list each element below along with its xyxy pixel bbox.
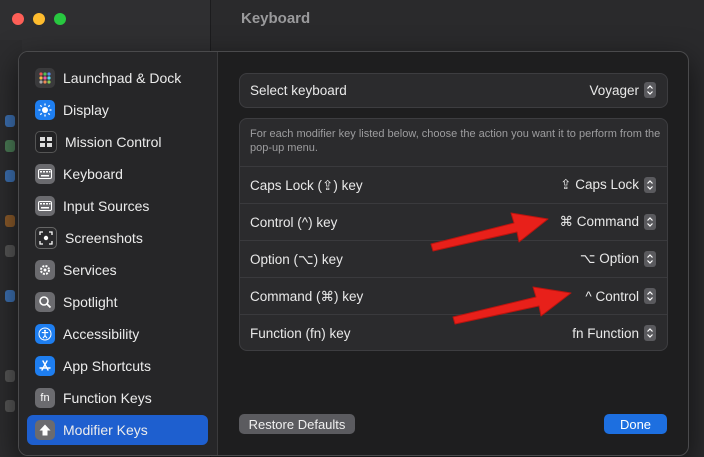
- updown-chevron-icon: [644, 251, 656, 267]
- sidebar-item-label: Launchpad & Dock: [63, 70, 182, 86]
- function-key-label: Function (fn) key: [250, 326, 351, 341]
- select-keyboard-label: Select keyboard: [250, 83, 347, 98]
- command-key-popup[interactable]: ^ Control: [585, 288, 656, 304]
- launchpad-icon: [35, 68, 55, 88]
- gear-icon: [35, 260, 55, 280]
- keyboard-icon: [35, 164, 55, 184]
- updown-chevron-icon: [644, 177, 656, 193]
- sidebar-item-label: Services: [63, 262, 117, 278]
- sidebar-item-label: Spotlight: [63, 294, 118, 310]
- zoom-window-button[interactable]: [54, 13, 66, 25]
- accessibility-icon: [35, 324, 55, 344]
- sidebar-item-accessibility[interactable]: Accessibility: [27, 319, 208, 349]
- modifier-keys-group: For each modifier key listed below, choo…: [239, 118, 668, 351]
- control-key-value: ⌘ Command: [559, 214, 639, 229]
- keyboard-icon: [35, 196, 55, 216]
- sidebar-item-label: Function Keys: [63, 390, 152, 406]
- done-button[interactable]: Done: [604, 414, 667, 434]
- sidebar-item-label: Modifier Keys: [63, 422, 148, 438]
- sidebar-item-display[interactable]: Display: [27, 95, 208, 125]
- updown-chevron-icon: [644, 325, 656, 341]
- caps-lock-key-value: ⇪ Caps Lock: [560, 177, 639, 192]
- function-key-value: fn Function: [572, 325, 639, 341]
- sidebar-item-label: Keyboard: [63, 166, 123, 182]
- sun-icon: [35, 100, 55, 120]
- sidebar-item-spotlight[interactable]: Spotlight: [27, 287, 208, 317]
- sidebar-item-label: Display: [63, 102, 109, 118]
- sidebar-item-screenshots[interactable]: Screenshots: [27, 223, 208, 253]
- select-keyboard-popup[interactable]: Voyager: [589, 82, 656, 98]
- updown-chevron-icon: [644, 214, 656, 230]
- sidebar-item-modifier-keys[interactable]: Modifier Keys: [27, 415, 208, 445]
- sidebar-item-app-shortcuts[interactable]: App Shortcuts: [27, 351, 208, 381]
- select-keyboard-group: Select keyboard Voyager: [239, 73, 668, 108]
- sidebar-item-label: Mission Control: [65, 134, 162, 150]
- sidebar-item-keyboard[interactable]: Keyboard: [27, 159, 208, 189]
- caps-lock-key-popup[interactable]: ⇪ Caps Lock: [560, 177, 656, 193]
- app-store-icon: [35, 356, 55, 376]
- keyboard-shortcuts-sheet: Launchpad & Dock Display Mission Control…: [18, 51, 689, 456]
- sidebar-item-input-sources[interactable]: Input Sources: [27, 191, 208, 221]
- control-key-popup[interactable]: ⌘ Command: [559, 214, 656, 230]
- sidebar-item-mission-control[interactable]: Mission Control: [27, 127, 208, 157]
- control-key-label: Control (^) key: [250, 215, 338, 230]
- option-key-popup[interactable]: ⌥ Option: [580, 251, 656, 267]
- close-window-button[interactable]: [12, 13, 24, 25]
- sidebar-item-label: Screenshots: [65, 230, 143, 246]
- magnifier-icon: [35, 292, 55, 312]
- function-key-popup[interactable]: fn Function: [572, 325, 656, 341]
- screenshot-icon: [35, 227, 57, 249]
- option-key-value: ⌥ Option: [579, 251, 639, 266]
- sidebar-item-label: Accessibility: [63, 326, 140, 342]
- fn-icon: fn: [35, 388, 55, 408]
- command-key-label: Command (⌘) key: [250, 289, 364, 304]
- modifier-keys-description: For each modifier key listed below, choo…: [250, 128, 661, 154]
- updown-chevron-icon: [644, 82, 656, 98]
- sidebar-item-label: App Shortcuts: [63, 358, 151, 374]
- window-title: Keyboard: [241, 10, 311, 27]
- restore-defaults-button[interactable]: Restore Defaults: [239, 414, 355, 434]
- sidebar-item-services[interactable]: Services: [27, 255, 208, 285]
- select-keyboard-value: Voyager: [589, 82, 639, 98]
- option-key-label: Option (⌥) key: [250, 252, 343, 267]
- sidebar-item-function-keys[interactable]: fn Function Keys: [27, 383, 208, 413]
- updown-chevron-icon: [644, 288, 656, 304]
- minimize-window-button[interactable]: [33, 13, 45, 25]
- mission-control-icon: [35, 131, 57, 153]
- caps-lock-key-label: Caps Lock (⇪) key: [250, 178, 363, 193]
- shortcuts-sidebar: Launchpad & Dock Display Mission Control…: [19, 52, 218, 455]
- sidebar-item-label: Input Sources: [63, 198, 150, 214]
- sidebar-item-launchpad-dock[interactable]: Launchpad & Dock: [27, 63, 208, 93]
- modifier-icon: [35, 420, 55, 440]
- command-key-value: ^ Control: [585, 288, 639, 304]
